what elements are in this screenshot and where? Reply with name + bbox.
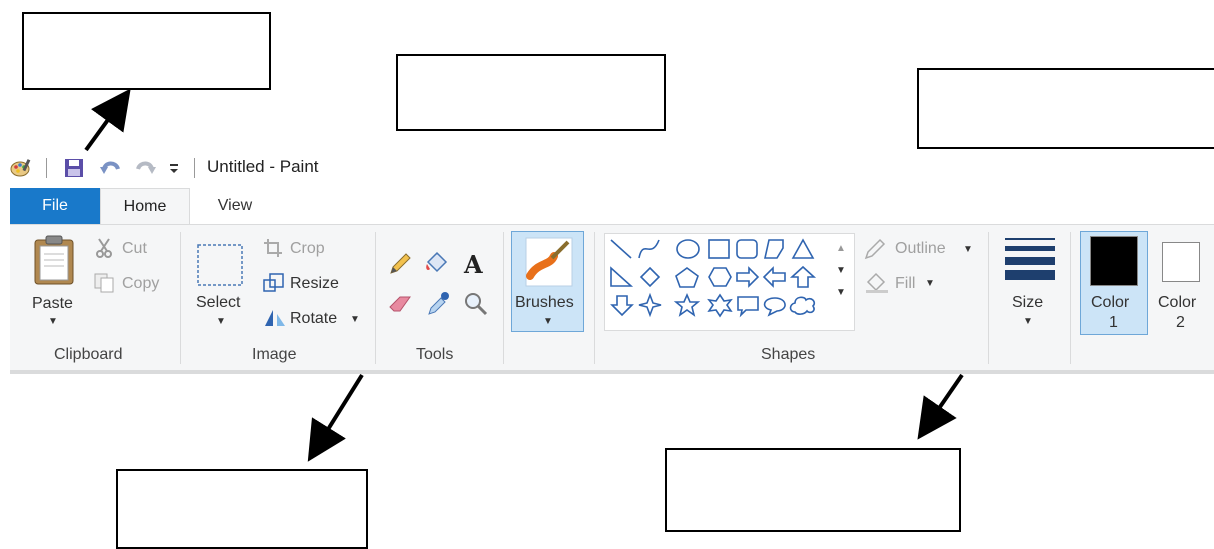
- shapes-scroll[interactable]: ▲ ▼ ▼: [836, 238, 846, 304]
- outline-dropdown-icon[interactable]: ▼: [963, 244, 973, 255]
- scroll-down-icon[interactable]: ▼: [836, 260, 846, 282]
- ribbon-bottom-border: [10, 370, 1214, 374]
- shapes-group-label: Shapes: [761, 346, 816, 363]
- tools-group-label: Tools: [416, 346, 454, 363]
- diamond-shape-icon: [639, 266, 661, 288]
- five-point-star-shape-icon: [673, 292, 701, 317]
- polygon-shape-icon: [764, 239, 784, 259]
- curve-shape-icon: [638, 239, 660, 259]
- color-1-number: 1: [1109, 314, 1118, 331]
- fill-label[interactable]: Fill: [895, 275, 915, 293]
- customize-quick-access-icon[interactable]: [168, 160, 188, 180]
- select-dropdown-icon[interactable]: ▼: [216, 316, 226, 327]
- brushes-dropdown-icon[interactable]: ▼: [543, 316, 553, 327]
- size-label[interactable]: Size: [1012, 294, 1043, 312]
- color-2-label[interactable]: Color: [1158, 294, 1196, 312]
- cloud-callout-shape-icon: [789, 296, 816, 315]
- brushes-label[interactable]: Brushes: [515, 294, 574, 312]
- group-separator: [988, 232, 989, 364]
- eraser-icon[interactable]: [388, 293, 414, 315]
- copy-label[interactable]: Copy: [122, 275, 159, 293]
- rounded-callout-shape-icon: [737, 296, 759, 318]
- rounded-rectangle-shape-icon: [736, 239, 758, 259]
- title-separator-2: [194, 158, 195, 178]
- paste-icon[interactable]: [33, 234, 75, 286]
- group-separator: [1070, 232, 1071, 364]
- outline-icon[interactable]: [864, 238, 888, 260]
- tab-home[interactable]: Home: [100, 188, 190, 224]
- pentagon-shape-icon: [675, 267, 699, 288]
- color-2-swatch[interactable]: [1162, 242, 1200, 282]
- up-arrow-shape-icon: [789, 265, 817, 288]
- line-shape-icon: [610, 239, 632, 259]
- crop-icon[interactable]: [263, 238, 283, 258]
- copy-icon[interactable]: [94, 273, 116, 293]
- group-separator: [503, 232, 504, 364]
- title-separator: [46, 158, 47, 178]
- arrow-to-image-box: [307, 373, 364, 462]
- color-1-label: Color: [1091, 294, 1130, 311]
- rectangle-shape-icon: [708, 239, 730, 259]
- brush-icon: [524, 236, 574, 288]
- crop-label[interactable]: Crop: [290, 240, 325, 258]
- rotate-label[interactable]: Rotate: [290, 310, 337, 328]
- size-icon[interactable]: [1003, 236, 1057, 280]
- oval-shape-icon: [676, 239, 700, 259]
- tab-view[interactable]: View: [190, 188, 280, 224]
- right-triangle-shape-icon: [610, 266, 634, 287]
- four-point-star-shape-icon: [638, 292, 662, 318]
- fill-bucket-icon[interactable]: [424, 250, 450, 276]
- pencil-icon[interactable]: [388, 252, 412, 276]
- redo-icon[interactable]: [134, 158, 156, 178]
- gallery-expand-icon[interactable]: ▼: [836, 282, 846, 304]
- color-1-swatch: [1090, 236, 1138, 286]
- rotate-icon[interactable]: [263, 308, 287, 328]
- save-icon[interactable]: [64, 158, 84, 178]
- group-separator: [180, 232, 181, 364]
- cut-label[interactable]: Cut: [122, 240, 147, 258]
- resize-icon[interactable]: [263, 273, 285, 293]
- clipboard-group-label: Clipboard: [54, 346, 123, 363]
- down-arrow-shape-icon: [610, 295, 634, 317]
- arrow-to-quick-access-box: [84, 88, 131, 152]
- cut-icon[interactable]: [94, 238, 114, 258]
- color-2-number: 2: [1176, 314, 1185, 331]
- fill-dropdown-icon[interactable]: ▼: [925, 278, 935, 289]
- left-arrow-shape-icon: [762, 266, 786, 288]
- six-point-star-shape-icon: [707, 293, 733, 318]
- group-separator: [375, 232, 376, 364]
- undo-icon[interactable]: [100, 158, 120, 178]
- outline-label[interactable]: Outline: [895, 240, 946, 258]
- magnifier-icon[interactable]: [464, 292, 488, 316]
- scroll-up-icon[interactable]: ▲: [836, 238, 846, 260]
- size-dropdown-icon[interactable]: ▼: [1023, 316, 1033, 327]
- color-picker-icon[interactable]: [426, 291, 450, 317]
- oval-callout-shape-icon: [763, 297, 786, 317]
- triangle-shape-icon: [791, 238, 815, 259]
- image-group-label: Image: [252, 346, 297, 363]
- arrow-to-shapes-box: [917, 373, 964, 440]
- resize-label[interactable]: Resize: [290, 275, 339, 293]
- tab-file[interactable]: File: [10, 188, 100, 224]
- select-label[interactable]: Select: [196, 294, 240, 312]
- paste-dropdown-icon[interactable]: ▼: [48, 316, 58, 327]
- shapes-gallery[interactable]: [604, 233, 855, 331]
- rotate-dropdown-icon[interactable]: ▼: [350, 314, 360, 325]
- window-title: Untitled - Paint: [207, 157, 319, 176]
- fill-icon[interactable]: [864, 272, 890, 294]
- group-separator: [594, 232, 595, 364]
- text-icon[interactable]: A: [464, 250, 483, 279]
- hexagon-shape-icon: [708, 267, 732, 287]
- paint-app-icon[interactable]: [10, 158, 31, 178]
- paste-label[interactable]: Paste: [32, 295, 73, 313]
- right-arrow-shape-icon: [736, 266, 760, 288]
- select-icon[interactable]: [196, 243, 244, 287]
